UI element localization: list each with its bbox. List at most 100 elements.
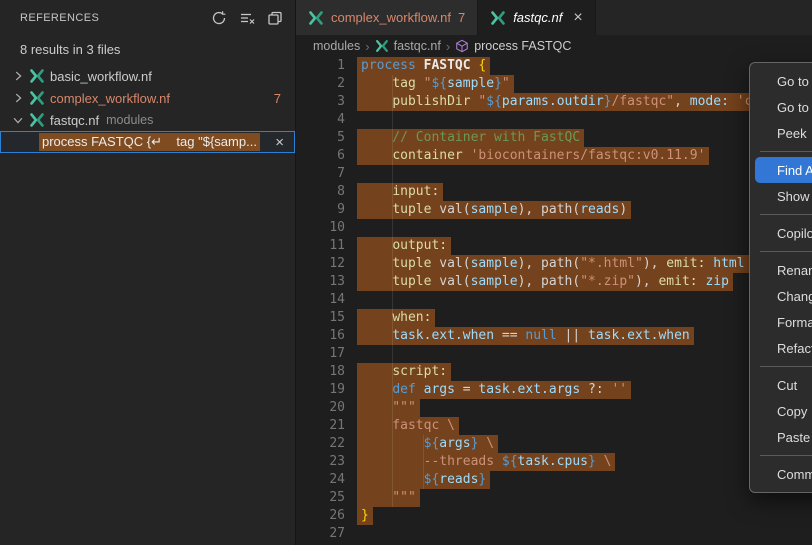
menu-item-refactor[interactable]: Refactor...^⇧R bbox=[755, 335, 812, 361]
menu-item-format-document[interactable]: Format Document⇧⌥F bbox=[755, 309, 812, 335]
menu-item-go-to-references[interactable]: Go to References⇧F12 bbox=[755, 94, 812, 120]
panel-actions bbox=[211, 10, 283, 26]
code-line-7[interactable]: 7 bbox=[296, 165, 812, 183]
code-line-20[interactable]: 20 """ bbox=[296, 399, 812, 417]
code-line-5[interactable]: 5 // Container with FastQC bbox=[296, 129, 812, 147]
code-text: def args = task.ext.args ?: '' bbox=[357, 381, 631, 399]
menu-item-command-palette[interactable]: Command Palette...⇧⌘P bbox=[755, 461, 812, 487]
code-line-2[interactable]: 2 tag "${sample}" bbox=[296, 75, 812, 93]
chevron-right-icon[interactable] bbox=[10, 90, 26, 106]
code-editor[interactable]: 1process FASTQC {2 tag "${sample}"3 publ… bbox=[296, 57, 812, 543]
code-line-16[interactable]: 16 task.ext.when == null || task.ext.whe… bbox=[296, 327, 812, 345]
close-icon[interactable]: × bbox=[275, 135, 284, 150]
clear-all-icon[interactable] bbox=[239, 10, 255, 26]
line-number: 24 bbox=[296, 471, 345, 489]
line-number: 3 bbox=[296, 93, 345, 111]
nextflow-file-icon bbox=[29, 68, 45, 84]
menu-item-label: Refactor... bbox=[777, 341, 812, 356]
tab-label: complex_workflow.nf bbox=[331, 10, 451, 25]
code-line-15[interactable]: 15 when: bbox=[296, 309, 812, 327]
code-line-1[interactable]: 1process FASTQC { bbox=[296, 57, 812, 75]
tree-item-basic-workflow-nf[interactable]: basic_workflow.nf bbox=[0, 65, 295, 87]
nextflow-file-icon bbox=[308, 10, 324, 26]
code-text: tuple val(sample), path(reads) bbox=[357, 201, 631, 219]
code-line-4[interactable]: 4 bbox=[296, 111, 812, 129]
code-line-25[interactable]: 25 """ bbox=[296, 489, 812, 507]
line-number: 18 bbox=[296, 363, 345, 381]
menu-item-copy[interactable]: Copy bbox=[755, 398, 812, 424]
menu-item-paste[interactable]: Paste bbox=[755, 424, 812, 450]
code-line-13[interactable]: 13 tuple val(sample), path("*.zip"), emi… bbox=[296, 273, 812, 291]
menu-item-label: Copy bbox=[777, 404, 807, 419]
code-text: fastqc \ bbox=[357, 417, 459, 435]
code-text bbox=[357, 525, 365, 543]
line-number: 17 bbox=[296, 345, 345, 363]
references-panel-header: REFERENCES bbox=[0, 0, 295, 35]
code-text bbox=[357, 111, 365, 129]
menu-separator bbox=[760, 151, 812, 152]
collapse-all-icon[interactable] bbox=[267, 10, 283, 26]
menu-item-change-all-occurrences[interactable]: Change All Occurrences⌘F2 bbox=[755, 283, 812, 309]
line-number: 5 bbox=[296, 129, 345, 147]
breadcrumb: modules› fastqc.nf› process FASTQC bbox=[296, 35, 812, 57]
code-line-6[interactable]: 6 container 'biocontainers/fastqc:v0.11.… bbox=[296, 147, 812, 165]
menu-item-copilot[interactable]: Copilot› bbox=[755, 220, 812, 246]
line-number: 8 bbox=[296, 183, 345, 201]
menu-item-label: Copilot bbox=[777, 226, 812, 241]
code-line-10[interactable]: 10 bbox=[296, 219, 812, 237]
tab-fastqc-nf[interactable]: fastqc.nf× bbox=[478, 0, 595, 35]
line-number: 19 bbox=[296, 381, 345, 399]
line-number: 15 bbox=[296, 309, 345, 327]
menu-item-rename-symbol[interactable]: Rename SymbolF2 bbox=[755, 257, 812, 283]
code-line-24[interactable]: 24 ${reads} bbox=[296, 471, 812, 489]
tab-complex-workflow-nf[interactable]: complex_workflow.nf7 bbox=[296, 0, 478, 35]
chevron-right-icon[interactable] bbox=[10, 68, 26, 84]
breadcrumb-item-fastqc-nf[interactable]: fastqc.nf bbox=[394, 39, 441, 53]
menu-item-cut[interactable]: Cut bbox=[755, 372, 812, 398]
code-text: """ bbox=[357, 489, 420, 507]
code-text: script: bbox=[357, 363, 451, 381]
menu-separator bbox=[760, 455, 812, 456]
code-line-8[interactable]: 8 input: bbox=[296, 183, 812, 201]
code-text bbox=[357, 291, 365, 309]
code-line-21[interactable]: 21 fastqc \ bbox=[296, 417, 812, 435]
tab-bar: complex_workflow.nf7 fastqc.nf× bbox=[296, 0, 812, 35]
code-line-19[interactable]: 19 def args = task.ext.args ?: '' bbox=[296, 381, 812, 399]
code-line-11[interactable]: 11 output: bbox=[296, 237, 812, 255]
line-number: 9 bbox=[296, 201, 345, 219]
nextflow-file-icon bbox=[490, 10, 506, 26]
code-line-12[interactable]: 12 tuple val(sample), path("*.html"), em… bbox=[296, 255, 812, 273]
code-text: output: bbox=[357, 237, 451, 255]
tree-item-complex-workflow-nf[interactable]: complex_workflow.nf7 bbox=[0, 87, 295, 109]
menu-item-label: Command Palette... bbox=[777, 467, 812, 482]
code-line-26[interactable]: 26} bbox=[296, 507, 812, 525]
refresh-icon[interactable] bbox=[211, 10, 227, 26]
menu-item-label: Go to Definition bbox=[777, 74, 812, 89]
code-line-14[interactable]: 14 bbox=[296, 291, 812, 309]
code-line-3[interactable]: 3 publishDir "${params.outdir}/fastqc", … bbox=[296, 93, 812, 111]
code-line-9[interactable]: 9 tuple val(sample), path(reads) bbox=[296, 201, 812, 219]
line-number: 1 bbox=[296, 57, 345, 75]
match-preview: process FASTQC {↵ tag "${samp... bbox=[39, 133, 260, 151]
tree-item-fastqc-nf[interactable]: fastqc.nfmodules bbox=[0, 109, 295, 131]
code-line-18[interactable]: 18 script: bbox=[296, 363, 812, 381]
breadcrumb-item-modules[interactable]: modules bbox=[313, 39, 360, 53]
indent-guide bbox=[423, 435, 424, 489]
menu-item-find-all-references[interactable]: Find All References⇧⌥F12 bbox=[755, 157, 812, 183]
menu-item-label: Change All Occurrences bbox=[777, 289, 812, 304]
menu-separator bbox=[760, 251, 812, 252]
chevron-down-icon[interactable] bbox=[10, 112, 26, 128]
line-number: 6 bbox=[296, 147, 345, 165]
result-item-process-fastqc[interactable]: process FASTQC {↵ tag "${samp... × bbox=[0, 131, 295, 153]
menu-item-show-call-hierarchy[interactable]: Show Call Hierarchy⇧⌥H bbox=[755, 183, 812, 209]
code-text: when: bbox=[357, 309, 435, 327]
code-line-22[interactable]: 22 ${args} \ bbox=[296, 435, 812, 453]
results-summary: 8 results in 3 files bbox=[0, 35, 295, 63]
breadcrumb-item-process-fastqc[interactable]: process FASTQC bbox=[474, 39, 571, 53]
menu-item-go-to-definition[interactable]: Go to Definition⌘F12 bbox=[755, 68, 812, 94]
code-line-27[interactable]: 27 bbox=[296, 525, 812, 543]
code-line-17[interactable]: 17 bbox=[296, 345, 812, 363]
code-line-23[interactable]: 23 --threads ${task.cpus} \ bbox=[296, 453, 812, 471]
menu-item-peek[interactable]: Peek› bbox=[755, 120, 812, 146]
close-icon[interactable]: × bbox=[573, 10, 582, 26]
